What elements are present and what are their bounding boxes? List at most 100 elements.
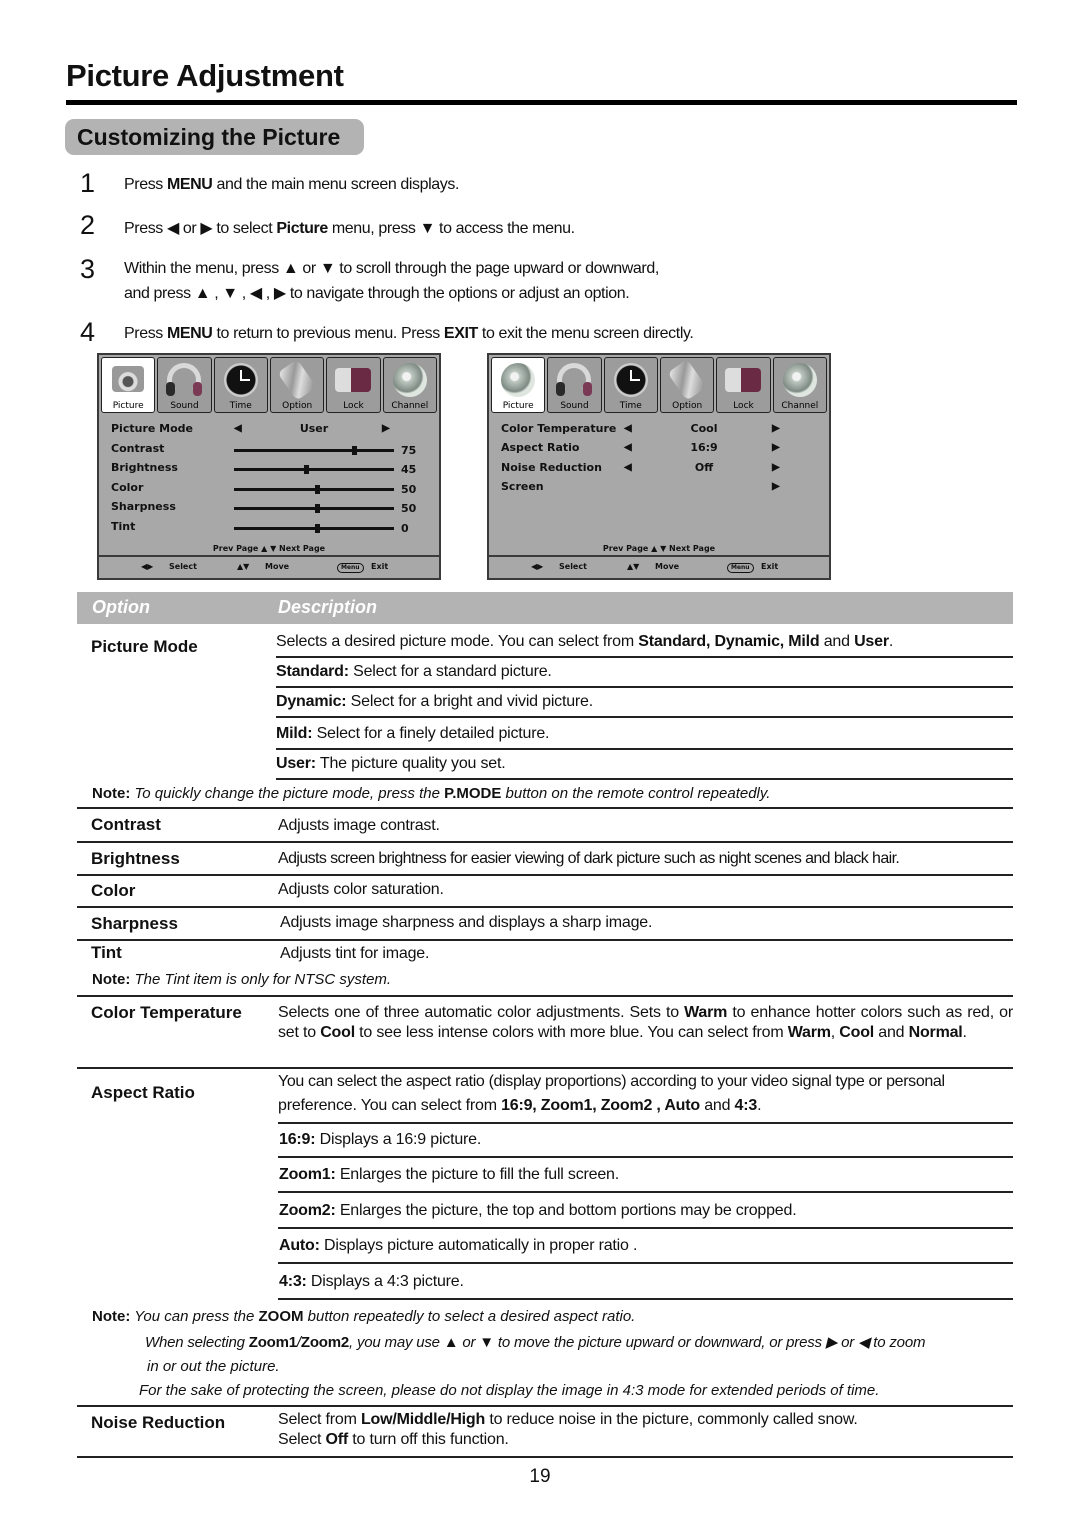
text-run: to exit the menu screen directly. <box>477 325 694 342</box>
mode-text: Select for a bright and vivid picture. <box>346 693 594 710</box>
slider-thumb[interactable] <box>315 504 321 513</box>
step-text: Press MENU to return to previous menu. P… <box>124 325 694 343</box>
osd-item-label: Aspect Ratio <box>501 441 580 454</box>
footer-select: Select <box>559 562 587 571</box>
left-arrow-icon[interactable]: ◀ <box>624 462 632 473</box>
note-text: You can press the ZOOM button repeatedly… <box>130 1308 635 1325</box>
mode-text: Enlarges the picture to fill the full sc… <box>335 1166 619 1183</box>
slider-thumb[interactable] <box>352 446 357 455</box>
option-description: Adjusts color saturation. <box>278 881 444 898</box>
option-label: Brightness <box>91 849 180 868</box>
osd-tab-channel[interactable]: Channel <box>382 357 437 413</box>
left-right-button-icon: ◀▶ <box>141 562 154 571</box>
osd-item-label: Picture Mode <box>111 422 193 435</box>
emphasis-text: Cool <box>839 1024 875 1041</box>
headphones-icon <box>556 363 593 397</box>
row-divider <box>77 995 1013 997</box>
slider-sharpness[interactable] <box>234 504 394 513</box>
emphasis-text: Picture <box>276 220 328 237</box>
option-label: Picture Mode <box>91 637 198 656</box>
text-run: button repeatedly to select a desired as… <box>303 1308 636 1325</box>
row-divider <box>278 1227 1013 1229</box>
osd-tab-time[interactable]: Time <box>603 357 658 413</box>
lock-icon <box>335 368 372 392</box>
right-arrow-icon[interactable]: ▶ <box>772 481 780 492</box>
osd-tab-label: Lock <box>733 401 754 411</box>
emphasis-text: MENU <box>166 176 213 193</box>
osd-tab-bar: Picture Sound Time Option Lock Channel <box>101 357 437 413</box>
note-label: Note: <box>92 785 131 802</box>
slider-thumb[interactable] <box>315 485 321 494</box>
osd-tab-label: Channel <box>391 401 429 411</box>
footer-exit: Exit <box>761 562 779 571</box>
slider-thumb[interactable] <box>315 524 321 533</box>
emphasis-text: Standard, Dynamic, Mild <box>638 633 820 650</box>
text-run: and <box>819 633 855 650</box>
title-rule <box>66 100 1017 105</box>
slider-tint[interactable] <box>234 524 394 533</box>
text-run: and <box>874 1024 909 1041</box>
row-divider <box>278 1122 1013 1124</box>
row-divider <box>276 778 1013 780</box>
left-arrow-icon[interactable]: ◀ <box>624 423 632 434</box>
text-run: to see less intense colors with more blu… <box>354 1024 788 1041</box>
text-run: preference. You can select from <box>278 1097 502 1114</box>
mode-name: Auto: <box>279 1237 320 1254</box>
osd-tab-label: Option <box>672 401 703 411</box>
note-label: Note: <box>92 971 131 988</box>
mode-description: Zoom1: Enlarges the picture to fill the … <box>279 1166 619 1184</box>
right-arrow-icon[interactable]: ▶ <box>772 423 780 434</box>
text-run: ▼ <box>419 220 436 237</box>
row-divider <box>77 1405 1013 1407</box>
slider-value: 75 <box>401 444 417 457</box>
mode-text: Enlarges the picture, the top and bottom… <box>335 1202 797 1219</box>
option-label: Noise Reduction <box>91 1413 226 1432</box>
osd-tab-lock[interactable]: Lock <box>326 357 381 413</box>
row-divider <box>276 716 1013 718</box>
osd-tab-sound[interactable]: Sound <box>157 357 212 413</box>
option-label: Aspect Ratio <box>91 1083 195 1102</box>
osd-tab-option[interactable]: Option <box>659 357 715 413</box>
option-description: Select Off to turn off this function. <box>278 1431 509 1449</box>
slider-brightness[interactable] <box>234 465 394 474</box>
tools-icon <box>667 359 707 401</box>
text-run: To quickly change the picture mode, pres… <box>130 785 445 802</box>
emphasis-text: 4:3 <box>734 1097 758 1114</box>
step-text: and press ▲ , ▼ , ◀ , ▶ to navigate thro… <box>124 285 630 302</box>
osd-tab-sound[interactable]: Sound <box>547 357 602 413</box>
osd-tab-picture[interactable]: Picture <box>101 357 156 413</box>
slider-contrast[interactable] <box>234 446 394 455</box>
mode-text: Select for a finely detailed picture. <box>312 725 550 742</box>
row-divider <box>278 1191 1013 1193</box>
slider-color[interactable] <box>234 485 394 494</box>
emphasis-text: Zoom2 <box>300 1334 350 1351</box>
row-divider <box>77 1067 1013 1069</box>
osd-tab-lock[interactable]: Lock <box>716 357 771 413</box>
text-run: to select <box>212 220 277 237</box>
osd-tab-channel[interactable]: Channel <box>772 357 827 413</box>
text-run: or <box>178 220 201 237</box>
right-arrow-icon[interactable]: ▶ <box>772 462 780 473</box>
footer-move: Move <box>265 562 290 571</box>
osd-tab-picture[interactable]: Picture <box>491 357 546 413</box>
page-title: Picture Adjustment <box>66 58 344 93</box>
option-label: Color Temperature <box>91 1003 242 1022</box>
osd-tab-time[interactable]: Time <box>213 357 268 413</box>
right-arrow-icon: ▶ <box>382 423 390 434</box>
osd-picture-menu-page2: Picture Sound Time Option Lock Channel Prev P… <box>487 353 831 580</box>
option-description: preference. You can select from 16:9, Zo… <box>278 1097 762 1115</box>
step-number: 4 <box>80 317 96 347</box>
mode-text: Displays picture automatically in proper… <box>319 1237 638 1254</box>
mode-name: User: <box>276 755 316 772</box>
osd-tab-option[interactable]: Option <box>269 357 325 413</box>
slider-thumb[interactable] <box>304 465 309 474</box>
left-arrow-icon[interactable]: ◀ <box>624 442 632 453</box>
right-arrow-icon[interactable]: ▶ <box>772 442 780 453</box>
row-divider <box>77 807 1013 809</box>
row-divider <box>77 906 1013 908</box>
left-arrow-icon: ◀ <box>234 423 242 434</box>
up-down-button-icon: ▲▼ <box>237 562 250 571</box>
osd-footer: ◀▶ Select ▲▼ Move Menu Exit <box>99 555 439 578</box>
mode-text: Displays a 4:3 picture. <box>306 1273 464 1290</box>
emphasis-text: Warm <box>787 1024 831 1041</box>
